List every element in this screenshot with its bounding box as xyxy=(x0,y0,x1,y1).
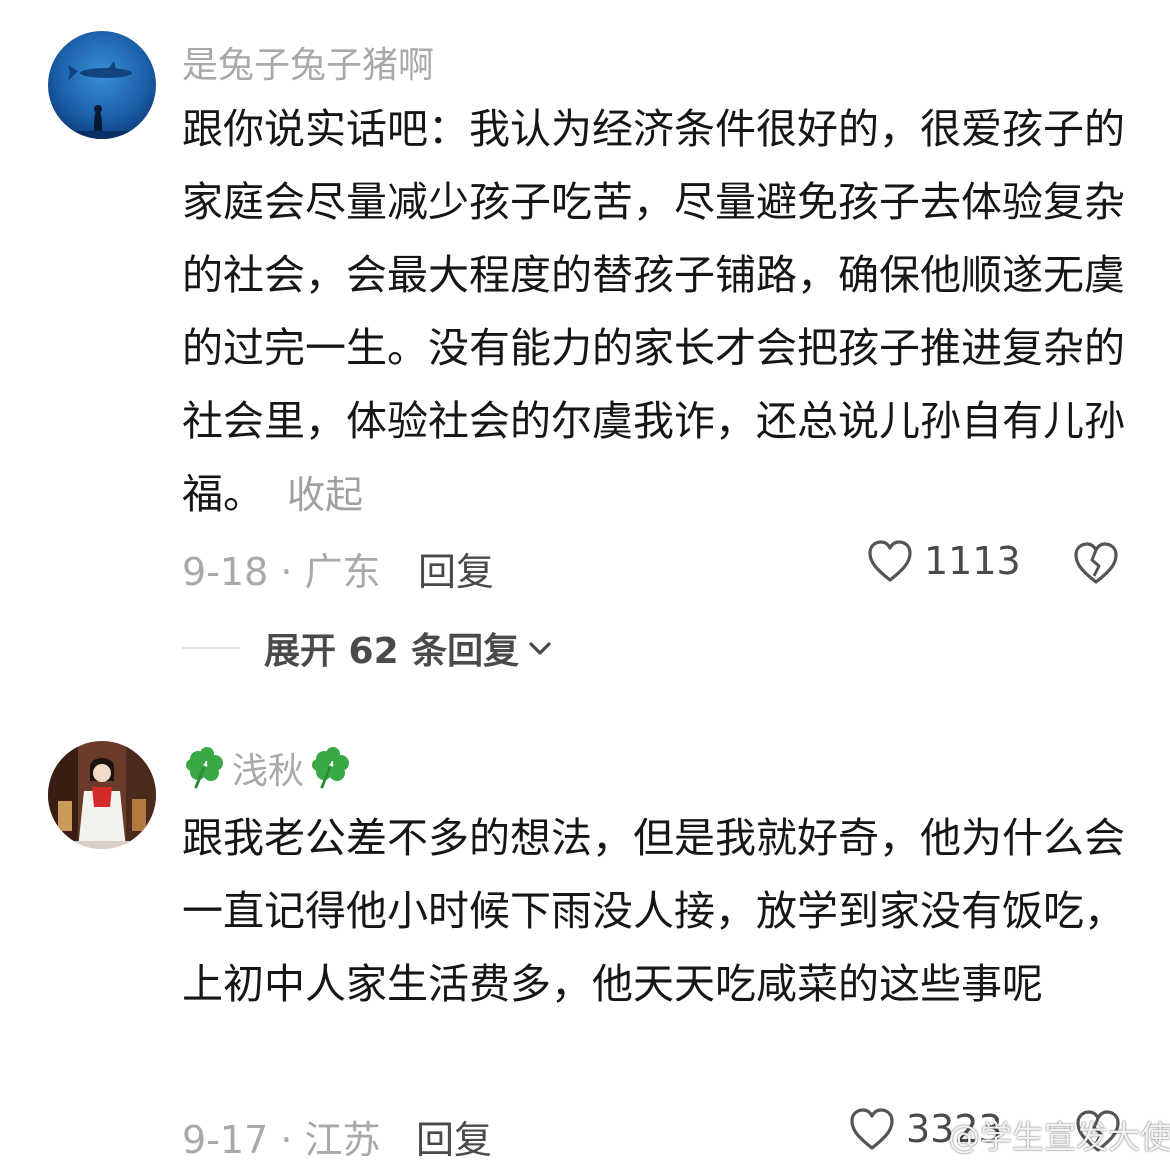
expand-replies[interactable]: 展开 62 条回复 xyxy=(182,622,553,674)
four-leaf-clover-icon xyxy=(312,747,350,789)
meta-separator: · xyxy=(268,550,305,594)
username-text: 浅秋 xyxy=(232,751,305,792)
comment-date: 9-18 xyxy=(182,550,269,594)
username[interactable]: 浅秋 xyxy=(182,742,354,794)
comment-text: 跟你说实话吧：我认为经济条件很好的，很爱孩子的家庭会尽量减少孩子吃苦，尽量避免孩… xyxy=(182,105,1125,518)
collapse-link[interactable]: 收起 xyxy=(287,473,363,517)
meta-separator: · xyxy=(268,1118,305,1160)
comment-body: 跟你说实话吧：我认为经济条件很好的，很爱孩子的家庭会尽量减少孩子吃苦，尽量避免孩… xyxy=(182,93,1127,532)
reply-button[interactable]: 回复 xyxy=(418,541,494,596)
like-button[interactable]: 1113 xyxy=(866,538,1021,584)
comment-body: 跟我老公差不多的想法，但是我就好奇，他为什么会一直记得他小时候下雨没人接，放学到… xyxy=(182,802,1127,1021)
dislike-button[interactable] xyxy=(1072,540,1120,590)
like-count: 1113 xyxy=(924,539,1021,583)
comment-location: 江苏 xyxy=(304,1118,381,1160)
comment-location: 广东 xyxy=(304,550,381,594)
heart-outline-icon xyxy=(868,540,912,582)
reply-button[interactable]: 回复 xyxy=(416,1109,492,1160)
avatar-image-aquarium xyxy=(48,31,156,139)
four-leaf-clover-icon xyxy=(186,747,223,789)
comment-meta: 9-18 · 广东 xyxy=(182,541,381,596)
comment-meta: 9-17 · 江苏 xyxy=(182,1109,381,1160)
watermark: @学生宣发大使 xyxy=(948,1118,1170,1156)
avatar[interactable] xyxy=(48,741,156,849)
expand-replies-label[interactable]: 展开 62 条回复 xyxy=(264,622,519,674)
username[interactable]: 是兔子兔子猪啊 xyxy=(182,36,434,88)
divider-line xyxy=(182,647,240,649)
heart-outline-icon xyxy=(850,1108,894,1150)
comment-text: 跟我老公差不多的想法，但是我就好奇，他为什么会一直记得他小时候下雨没人接，放学到… xyxy=(182,814,1125,1008)
comment-date: 9-17 xyxy=(182,1118,269,1160)
chevron-down-icon xyxy=(529,642,551,655)
broken-heart-icon xyxy=(1074,542,1118,584)
avatar[interactable] xyxy=(48,31,156,139)
avatar-image-portrait xyxy=(48,741,156,849)
